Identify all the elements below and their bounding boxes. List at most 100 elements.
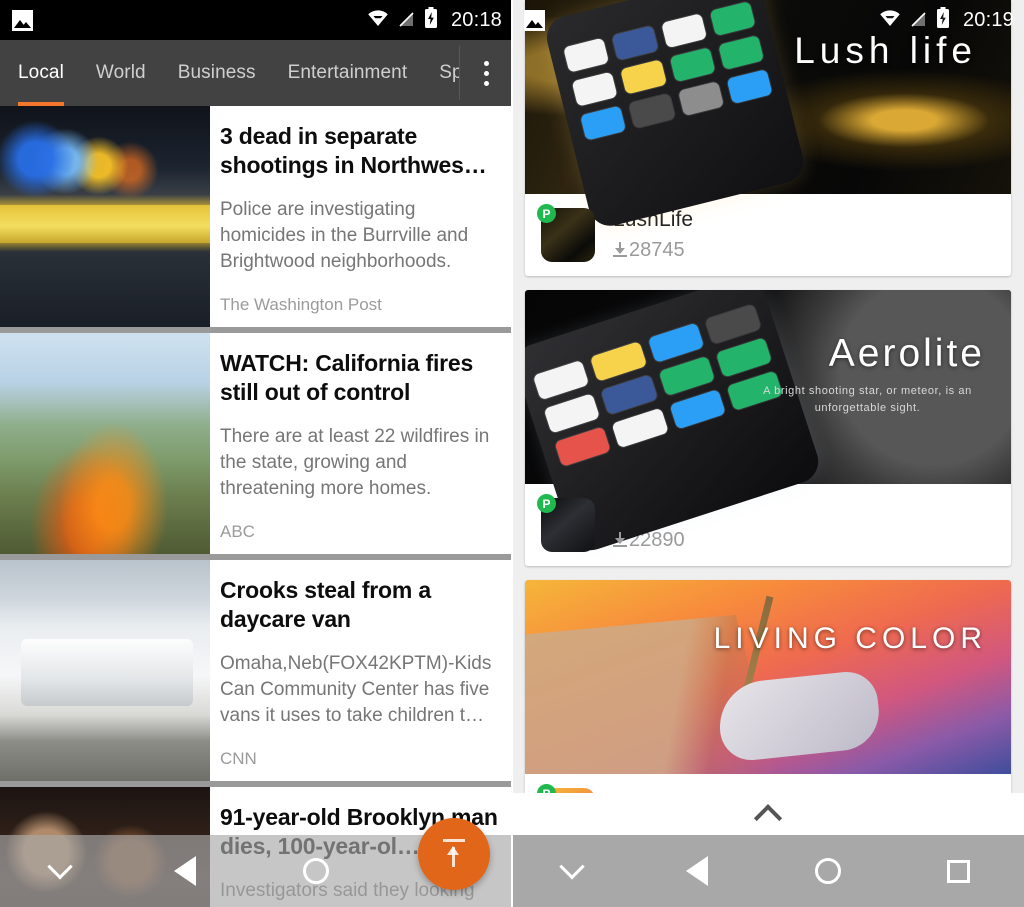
nav-back-button[interactable] bbox=[120, 835, 251, 907]
category-tab-bar: Local World Business Entertainment Sp bbox=[0, 40, 512, 106]
app-banner-title: LIVING COLOR bbox=[713, 622, 987, 655]
tab-label: Entertainment bbox=[287, 62, 408, 83]
battery-charging-icon bbox=[424, 7, 438, 33]
status-bar-left-icons bbox=[12, 9, 33, 31]
mock-app-icon bbox=[620, 59, 667, 95]
news-thumbnail bbox=[0, 332, 210, 554]
app-banner: Aerolite A bright shooting star, or mete… bbox=[525, 290, 1011, 556]
mock-app-icon bbox=[532, 359, 590, 401]
app-banner-title: Lush life bbox=[794, 30, 977, 71]
chevron-up-icon bbox=[753, 804, 783, 833]
news-source: CNN bbox=[220, 748, 257, 768]
upload-icon bbox=[441, 839, 467, 869]
download-icon bbox=[613, 532, 627, 549]
app-card-list[interactable]: Lush life P LushLife 28745 Aerolite A br… bbox=[512, 0, 1024, 835]
news-body: 3 dead in separate shootings in Northwes… bbox=[210, 106, 512, 327]
mock-app-icon bbox=[543, 393, 601, 434]
download-number: 28745 bbox=[629, 239, 685, 261]
news-item[interactable]: 3 dead in separate shootings in Northwes… bbox=[0, 106, 512, 327]
download-icon bbox=[613, 242, 627, 259]
news-list[interactable]: 3 dead in separate shootings in Northwes… bbox=[0, 106, 512, 907]
status-bar-clock: 20:18 bbox=[450, 8, 502, 31]
split-divider[interactable] bbox=[511, 0, 513, 907]
news-title: WATCH: California fires still out of con… bbox=[220, 349, 474, 406]
mock-app-icon bbox=[677, 81, 724, 117]
tab-label: Local bbox=[18, 62, 64, 83]
mock-app-icon bbox=[611, 407, 669, 449]
home-icon bbox=[303, 858, 329, 884]
arrow-head bbox=[615, 538, 625, 544]
split-screen-root: 20:18 Local World Business Entertainment… bbox=[0, 0, 1024, 907]
news-item[interactable]: WATCH: California fires still out of con… bbox=[0, 332, 512, 554]
image-icon bbox=[12, 9, 33, 31]
system-nav-bar-right bbox=[512, 835, 1024, 907]
tab-business[interactable]: Business bbox=[162, 40, 272, 106]
mock-app-icon bbox=[571, 71, 618, 107]
home-icon bbox=[815, 858, 841, 884]
mock-app-icon bbox=[669, 47, 716, 83]
upload-fab[interactable] bbox=[418, 818, 490, 890]
mock-app-icon bbox=[726, 68, 773, 105]
tab-label: World bbox=[95, 62, 146, 83]
news-description: Police are investigating homicides in th… bbox=[220, 198, 469, 272]
app-card[interactable]: Lush life P LushLife 28745 bbox=[525, 0, 1011, 276]
mock-app-icon bbox=[709, 1, 756, 37]
mock-app-icon bbox=[717, 35, 765, 71]
tab-world[interactable]: World bbox=[80, 40, 162, 106]
mock-app-icon bbox=[704, 303, 762, 345]
news-source: ABC bbox=[220, 521, 255, 541]
nav-collapse-button[interactable] bbox=[0, 835, 120, 907]
mock-app-icon bbox=[590, 341, 647, 382]
nav-home-button[interactable] bbox=[251, 835, 382, 907]
nav-back-button[interactable] bbox=[632, 835, 763, 907]
tab-entertainment[interactable]: Entertainment bbox=[272, 40, 424, 106]
app-download-count: 22890 bbox=[613, 529, 685, 552]
more-options-icon[interactable] bbox=[460, 40, 512, 106]
chevron-down-icon bbox=[47, 854, 73, 880]
tab-local[interactable]: Local bbox=[0, 40, 80, 106]
dot bbox=[483, 80, 489, 86]
news-description: Omaha,Neb(FOX42KPTM)-Kids Can Community … bbox=[220, 652, 492, 726]
app-store-pane: Lush life P LushLife 28745 Aerolite A br… bbox=[512, 0, 1024, 907]
app-banner-title: Aerolite bbox=[828, 332, 985, 375]
app-icon-wrapper: P bbox=[537, 494, 595, 552]
news-body: WATCH: California fires still out of con… bbox=[210, 333, 512, 554]
app-download-count: 28745 bbox=[613, 239, 693, 262]
news-source: The Washington Post bbox=[220, 294, 382, 314]
back-icon bbox=[686, 856, 709, 886]
mock-app-icon bbox=[658, 355, 715, 397]
mock-app-icon bbox=[628, 93, 676, 129]
no-sim-icon bbox=[398, 8, 415, 33]
news-item[interactable]: Crooks steal from a daycare van Omaha,Ne… bbox=[0, 559, 512, 781]
news-app-pane: 20:18 Local World Business Entertainment… bbox=[0, 0, 512, 907]
category-tabs[interactable]: Local World Business Entertainment Sp bbox=[0, 40, 459, 106]
status-bar-right-icons: 20:18 bbox=[367, 7, 502, 33]
news-thumbnail bbox=[0, 106, 210, 327]
dot bbox=[483, 60, 489, 66]
mock-icon-grid bbox=[563, 1, 773, 141]
nav-recents-button[interactable] bbox=[893, 835, 1024, 907]
mock-app-icon bbox=[600, 374, 658, 416]
premium-badge-icon: P bbox=[537, 494, 556, 513]
app-card[interactable]: Aerolite A bright shooting star, or mete… bbox=[525, 290, 1011, 566]
arrow-head bbox=[447, 846, 459, 855]
collapse-panel-button[interactable] bbox=[512, 793, 1024, 835]
mock-app-icon bbox=[563, 37, 610, 73]
back-icon bbox=[174, 856, 197, 886]
tab-label: Business bbox=[177, 62, 256, 83]
tab-label: Sp bbox=[439, 62, 459, 83]
status-bar-left: 20:18 bbox=[0, 0, 512, 40]
app-banner: LIVING COLOR bbox=[525, 580, 1011, 774]
mock-app-icon bbox=[647, 322, 705, 364]
mock-icon-grid bbox=[532, 303, 784, 467]
nav-collapse-button[interactable] bbox=[512, 835, 632, 907]
nav-home-button[interactable] bbox=[763, 835, 894, 907]
news-description: There are at least 22 wildfires in the s… bbox=[220, 425, 490, 499]
chevron-down-icon bbox=[559, 854, 585, 880]
dot bbox=[483, 70, 489, 76]
news-thumbnail bbox=[0, 559, 210, 781]
mock-app-icon bbox=[580, 105, 627, 141]
tab-sports[interactable]: Sp bbox=[423, 40, 459, 106]
app-banner-subtitle: A bright shooting star, or meteor, is an… bbox=[763, 385, 972, 414]
news-title: Crooks steal from a daycare van bbox=[220, 576, 431, 633]
